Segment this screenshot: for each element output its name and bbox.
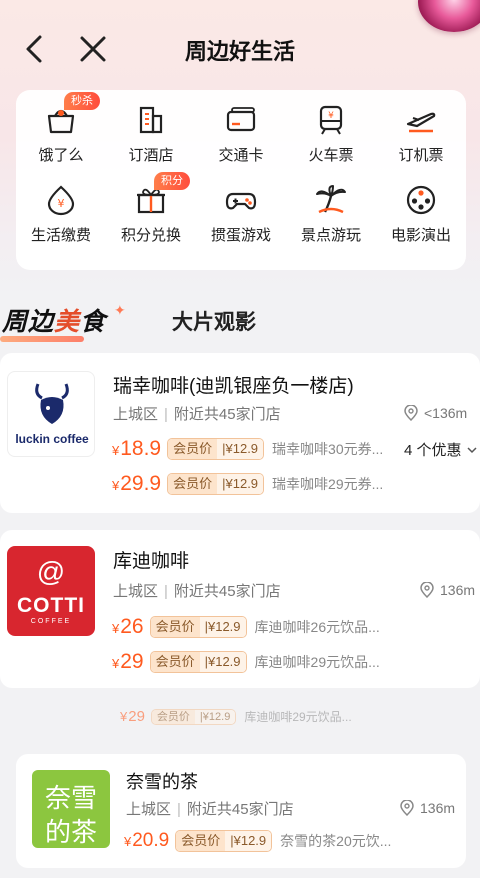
store-name: 奈雪的茶 — [126, 772, 198, 792]
luckin-deer-icon — [35, 383, 69, 424]
deal-desc: 库迪咖啡26元饮品... — [254, 619, 380, 635]
tab-label: 周边美食 — [2, 308, 107, 336]
grid-label: 订酒店 — [128, 147, 174, 164]
service-grid: 秒杀 饿了么 订酒店 交通卡 ¥ 火车票 订机票 ¥ 生活缴费 积分 积分兑换 … — [16, 90, 466, 270]
grid-item-flight[interactable]: 订机票 — [376, 90, 466, 168]
deal-desc: 瑞幸咖啡30元券... — [272, 441, 384, 457]
svg-text:¥: ¥ — [58, 197, 65, 210]
grid-item-scenic[interactable]: 景点游玩 — [286, 170, 376, 248]
store-card-luckin[interactable]: luckin coffee 瑞幸咖啡(迪凯银座负一楼店) 上城区 | 附近共45家门… — [0, 353, 480, 513]
logo-text: 的茶 — [44, 817, 97, 847]
member-price-tag: 会员价 |¥12.9 — [149, 616, 247, 638]
hotel-icon — [139, 106, 163, 134]
logo-text: 奈雪 — [44, 783, 97, 813]
tab-movies[interactable]: 大片观影 — [172, 306, 256, 336]
grid-label: 生活缴费 — [30, 227, 91, 244]
grid-item-hotel[interactable]: 订酒店 — [106, 90, 196, 168]
points-badge: 积分 — [154, 172, 190, 190]
location-pin-icon — [420, 581, 434, 599]
train-icon: ¥ — [319, 105, 343, 135]
deal-price: ¥20.9 — [124, 830, 170, 851]
grid-label: 订机票 — [398, 147, 444, 164]
deal-row[interactable]: ¥29.9 会员价 |¥12.9 瑞幸咖啡29元券... — [112, 472, 383, 496]
plane-icon — [406, 112, 436, 133]
distance: <136m — [404, 404, 467, 422]
grid-item-points[interactable]: 积分 积分兑换 — [106, 170, 196, 248]
grid-item-transit-card[interactable]: 交通卡 — [196, 90, 286, 168]
store-logo: @ COTTI COFFEE — [7, 546, 95, 636]
grid-item-train[interactable]: ¥ 火车票 — [286, 90, 376, 168]
deal-desc: 库迪咖啡29元饮品... — [254, 654, 380, 670]
logo-subtext: COFFEE — [30, 618, 72, 625]
member-price-tag: 会员价 |¥12.9 — [167, 438, 265, 460]
card-icon — [226, 107, 256, 132]
offers-toggle[interactable]: 4 个优惠 — [404, 439, 478, 460]
page-title: 周边好生活 — [184, 39, 295, 64]
tab-nearby-food[interactable]: 周边美食 ✦ — [0, 294, 140, 342]
deal-row[interactable]: ¥26 会员价 |¥12.9 库迪咖啡26元饮品... — [112, 615, 380, 639]
grid-item-utility[interactable]: ¥ 生活缴费 — [16, 170, 106, 248]
grid-item-movie[interactable]: 电影演出 — [376, 170, 466, 248]
member-price-tag: 会员价 |¥12.9 — [167, 473, 265, 495]
palm-tree-icon — [316, 185, 346, 214]
film-reel-icon — [406, 185, 436, 215]
distance: 136m — [400, 799, 455, 817]
deal-row[interactable]: ¥18.9 会员价 |¥12.9 瑞幸咖啡30元券... — [112, 437, 383, 461]
deal-desc: 瑞幸咖啡29元券... — [272, 476, 384, 492]
chevron-down-icon — [467, 447, 477, 454]
grid-label: 火车票 — [308, 147, 354, 164]
flash-sale-badge: 秒杀 — [64, 92, 100, 110]
store-name: 库迪咖啡 — [113, 551, 190, 572]
distance: 136m — [420, 581, 475, 599]
grid-label: 积分兑换 — [120, 227, 181, 244]
nav-bar: 周边好生活 — [0, 20, 480, 78]
store-name: 瑞幸咖啡(迪凯银座负一楼店) — [113, 376, 354, 397]
grid-item-eleme[interactable]: 秒杀 饿了么 — [16, 90, 106, 168]
deal-price: ¥29.9 — [112, 472, 162, 495]
member-price-tag: 会员价 |¥12.9 — [175, 830, 273, 852]
store-card-cotti[interactable]: @ COTTI COFFEE 库迪咖啡 上城区 | 附近共45家门店 136m ¥2… — [0, 530, 480, 688]
location-pin-icon — [404, 404, 418, 422]
grid-item-card-game[interactable]: 掼蛋游戏 — [196, 170, 286, 248]
store-meta: 上城区 | 附近共45家门店 — [126, 801, 294, 818]
deal-price: ¥29 — [112, 650, 144, 673]
grid-label: 饿了么 — [38, 147, 84, 164]
payment-icon: ¥ — [47, 185, 75, 216]
member-price-tag: 会员价 |¥12.9 — [149, 651, 247, 673]
gamepad-icon — [225, 192, 257, 210]
store-card-naixue[interactable]: 奈雪 的茶 奈雪的茶 上城区 | 附近共45家门店 136m ¥20.9 会员价 |¥1… — [16, 754, 466, 868]
deal-desc: 奈雪的茶20元饮... — [280, 833, 392, 849]
logo-text: COTTI — [17, 594, 85, 617]
store-meta: 上城区 | 附近共45家门店 — [113, 406, 281, 423]
grid-label: 电影演出 — [390, 227, 451, 244]
grid-label: 掼蛋游戏 — [210, 227, 271, 244]
deal-price: ¥26 — [112, 615, 144, 638]
sparkle-icon: ✦ — [114, 302, 126, 318]
category-tabs: 周边美食 ✦ 大片观影 — [0, 282, 480, 342]
store-logo: 奈雪 的茶 — [32, 770, 110, 848]
ghost-deal-row: ¥29 会员价 |¥12.9 库迪咖啡29元饮品... — [120, 708, 352, 726]
location-pin-icon — [400, 799, 414, 817]
grid-label: 交通卡 — [218, 147, 264, 164]
deal-row[interactable]: ¥29 会员价 |¥12.9 库迪咖啡29元饮品... — [112, 650, 380, 674]
store-meta: 上城区 | 附近共45家门店 — [113, 583, 281, 600]
store-logo: luckin coffee — [7, 371, 95, 457]
at-sign-icon: @ — [36, 556, 66, 587]
deal-price: ¥18.9 — [112, 437, 162, 460]
deal-row[interactable]: ¥20.9 会员价 |¥12.9 奈雪的茶20元饮... — [124, 830, 391, 854]
grid-label: 景点游玩 — [300, 227, 361, 244]
logo-text: luckin coffee — [15, 432, 89, 446]
svg-text:¥: ¥ — [328, 111, 334, 121]
